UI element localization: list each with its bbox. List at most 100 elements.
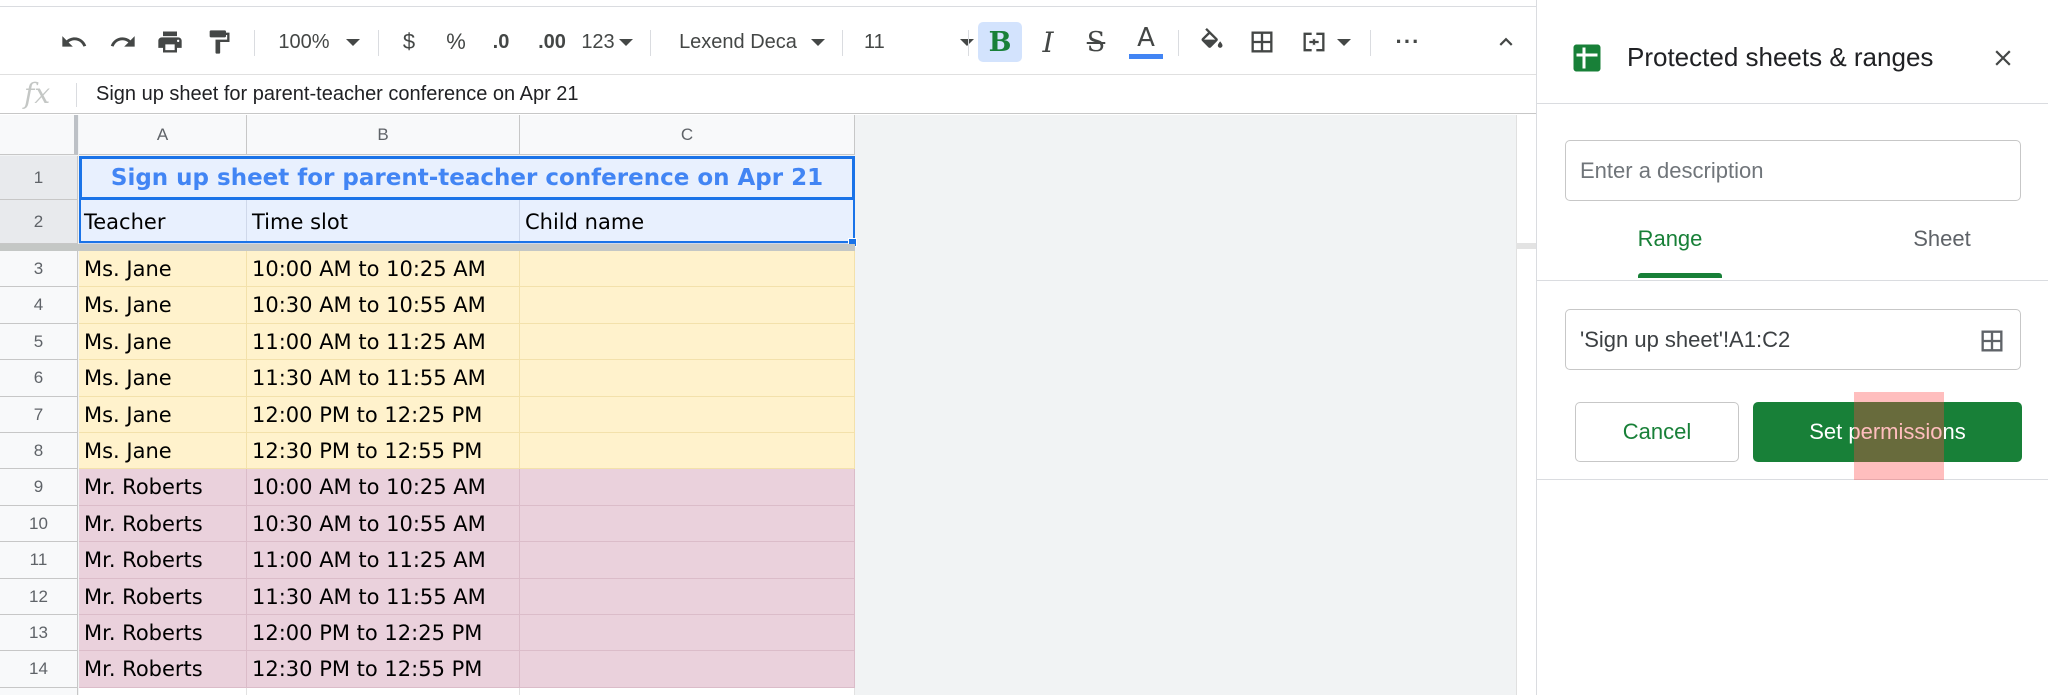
header-cell-child-name[interactable]: Child name	[520, 200, 855, 244]
row-header[interactable]: 14	[0, 651, 78, 688]
row-header[interactable]: 7	[0, 397, 78, 433]
vertical-scrollbar[interactable]	[1516, 115, 1536, 695]
column-header-c[interactable]: C	[520, 115, 855, 155]
chevron-down-icon	[960, 38, 974, 46]
row-header[interactable]: 11	[0, 542, 78, 579]
percent-button[interactable]: %	[441, 24, 471, 60]
tab-sheet[interactable]: Sheet	[1897, 226, 1987, 282]
undo-icon[interactable]	[56, 24, 92, 60]
chevron-up-icon	[1499, 37, 1513, 46]
cell-child[interactable]	[520, 615, 855, 651]
cell[interactable]	[79, 688, 247, 695]
toolbar-divider	[968, 30, 969, 56]
set-permissions-button[interactable]: Set permissions	[1753, 402, 2022, 462]
cell-teacher[interactable]: Mr. Roberts	[79, 542, 247, 579]
font-size-value: 11	[864, 30, 885, 53]
row-header[interactable]: 3	[0, 251, 78, 287]
cell-slot[interactable]: 12:30 PM to 12:55 PM	[247, 651, 520, 688]
cell-child[interactable]	[520, 651, 855, 688]
row-header[interactable]: 9	[0, 469, 78, 506]
strikethrough-button[interactable]: S	[1078, 24, 1114, 60]
selection-border	[79, 198, 81, 243]
range-input[interactable]: 'Sign up sheet'!A1:C2	[1565, 309, 2021, 370]
cell-slot[interactable]: 11:30 AM to 11:55 AM	[247, 360, 520, 397]
cell-teacher[interactable]: Mr. Roberts	[79, 579, 247, 615]
cell-slot[interactable]: 10:00 AM to 10:25 AM	[247, 251, 520, 287]
table-row: Ms. Jane 12:30 PM to 12:55 PM	[79, 433, 855, 469]
cell-child[interactable]	[520, 360, 855, 397]
font-select[interactable]: Lexend Deca	[672, 24, 832, 60]
cell-slot[interactable]: 12:00 PM to 12:25 PM	[247, 615, 520, 651]
redo-icon[interactable]	[105, 24, 141, 60]
row-header[interactable]: 12	[0, 579, 78, 615]
row-header[interactable]: 5	[0, 324, 78, 360]
header-cell-teacher[interactable]: Teacher	[79, 200, 247, 244]
cell-slot[interactable]: 10:00 AM to 10:25 AM	[247, 469, 520, 506]
cell-teacher[interactable]: Ms. Jane	[79, 324, 247, 360]
zoom-select[interactable]: 100%	[270, 24, 368, 60]
cell-slot[interactable]: 12:30 PM to 12:55 PM	[247, 433, 520, 469]
cell-child[interactable]	[520, 579, 855, 615]
cell-child[interactable]	[520, 397, 855, 433]
toolbar-divider	[378, 30, 379, 56]
row-header[interactable]: 6	[0, 360, 78, 397]
collapse-toolbar-button[interactable]	[1488, 24, 1524, 60]
cell-child[interactable]	[520, 469, 855, 506]
description-input[interactable]	[1565, 140, 2021, 201]
cell-slot[interactable]: 10:30 AM to 10:55 AM	[247, 287, 520, 324]
number-format-select[interactable]: 123	[578, 24, 636, 60]
row-header[interactable]: 13	[0, 615, 78, 651]
row-header[interactable]: 10	[0, 506, 78, 542]
cell-teacher[interactable]: Ms. Jane	[79, 360, 247, 397]
italic-button[interactable]: I	[1030, 24, 1066, 60]
decrease-decimal-button[interactable]: .0	[484, 24, 518, 60]
cell-teacher[interactable]: Mr. Roberts	[79, 469, 247, 506]
formula-input[interactable]: Sign up sheet for parent-teacher confere…	[96, 83, 579, 106]
cell-slot[interactable]: 12:00 PM to 12:25 PM	[247, 397, 520, 433]
currency-button[interactable]: $	[394, 24, 424, 60]
select-all-corner[interactable]	[0, 115, 78, 155]
text-color-button[interactable]: A	[1126, 24, 1166, 60]
print-icon[interactable]	[152, 24, 188, 60]
cell-slot[interactable]: 10:30 AM to 10:55 AM	[247, 506, 520, 542]
cell-child[interactable]	[520, 506, 855, 542]
cell-teacher[interactable]: Mr. Roberts	[79, 506, 247, 542]
cell-slot[interactable]: 11:30 AM to 11:55 AM	[247, 579, 520, 615]
cell-child[interactable]	[520, 251, 855, 287]
merge-cells-button[interactable]	[1294, 24, 1356, 60]
cell-teacher[interactable]: Ms. Jane	[79, 251, 247, 287]
paint-format-icon[interactable]	[201, 24, 237, 60]
cell-teacher[interactable]: Mr. Roberts	[79, 615, 247, 651]
select-range-icon[interactable]	[1978, 327, 2006, 355]
font-size-select[interactable]: 11	[864, 24, 974, 60]
column-header-a[interactable]: A	[79, 115, 247, 155]
cell-teacher[interactable]: Ms. Jane	[79, 397, 247, 433]
bold-button[interactable]: B	[978, 22, 1022, 62]
cell-teacher[interactable]: Ms. Jane	[79, 287, 247, 324]
row-header[interactable]: 2	[0, 200, 78, 244]
cell-teacher[interactable]: Mr. Roberts	[79, 651, 247, 688]
fill-color-icon[interactable]	[1194, 24, 1230, 60]
cell-child[interactable]	[520, 433, 855, 469]
increase-decimal-button[interactable]: .00	[532, 24, 572, 60]
column-header-b[interactable]: B	[247, 115, 520, 155]
row-header[interactable]: 4	[0, 287, 78, 324]
cell-slot[interactable]: 11:00 AM to 11:25 AM	[247, 542, 520, 579]
cell-teacher[interactable]: Ms. Jane	[79, 433, 247, 469]
cancel-button[interactable]: Cancel	[1575, 402, 1739, 462]
row-header[interactable]: 8	[0, 433, 78, 469]
cell[interactable]	[247, 688, 520, 695]
more-options-button[interactable]: ···	[1390, 24, 1426, 60]
borders-icon[interactable]	[1244, 24, 1280, 60]
cell-child[interactable]	[520, 542, 855, 579]
cell-slot[interactable]: 11:00 AM to 11:25 AM	[247, 324, 520, 360]
frozen-rows-divider[interactable]	[0, 244, 855, 251]
cell-child[interactable]	[520, 324, 855, 360]
title-cell[interactable]: Sign up sheet for parent-teacher confere…	[79, 156, 855, 200]
cell[interactable]	[520, 688, 855, 695]
row-header-partial[interactable]	[0, 688, 78, 695]
cell-child[interactable]	[520, 287, 855, 324]
row-header[interactable]: 1	[0, 156, 78, 200]
close-button[interactable]	[1987, 42, 2019, 74]
header-cell-time-slot[interactable]: Time slot	[247, 200, 520, 244]
